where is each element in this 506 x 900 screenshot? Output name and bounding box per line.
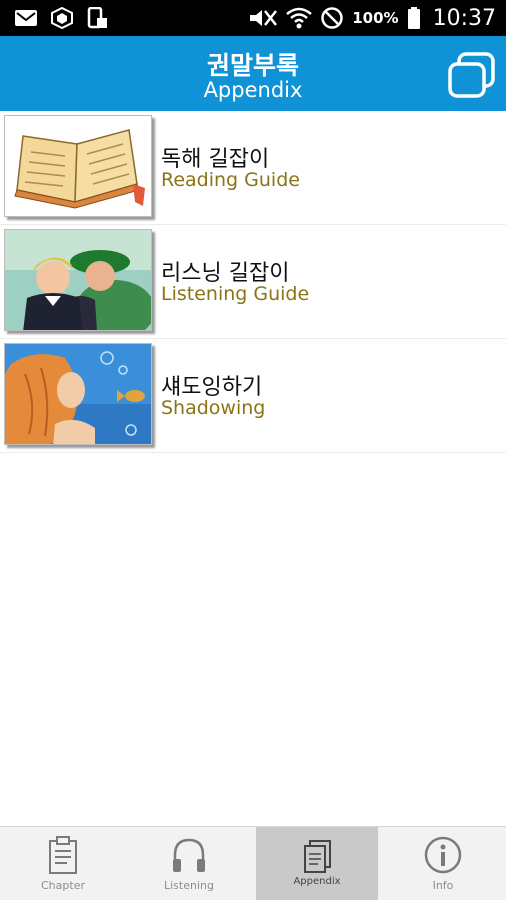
bottom-tab-bar: Chapter Listening Appendix Info: [0, 826, 506, 900]
two-characters-image: [5, 230, 151, 330]
page-title: 권말부록: [206, 51, 299, 80]
copy-icon[interactable]: [446, 50, 498, 100]
list-item-shadowing[interactable]: 섀도잉하기 Shadowing: [0, 339, 506, 453]
list-item-listening-guide[interactable]: 리스닝 길잡이 Listening Guide: [0, 225, 506, 339]
mermaid-image: [5, 344, 151, 444]
tab-chapter[interactable]: Chapter: [0, 827, 126, 900]
device-icon: [87, 7, 107, 29]
wifi-icon: [286, 7, 313, 29]
app-cube-icon: [51, 7, 73, 29]
status-bar: 100% 10:37: [0, 0, 506, 36]
tab-listening[interactable]: Listening: [126, 827, 252, 900]
battery-icon: [407, 7, 420, 29]
open-book-image: [5, 116, 151, 216]
list-item-reading-guide[interactable]: 독해 길잡이 Reading Guide: [0, 111, 506, 225]
item-subtitle: Reading Guide: [161, 169, 300, 191]
appendix-list: 독해 길잡이 Reading Guide 리스닝 길잡이 Listening G…: [0, 111, 506, 453]
do-not-disturb-icon: [321, 7, 343, 29]
item-subtitle: Listening Guide: [161, 283, 310, 305]
page-subtitle: Appendix: [203, 78, 303, 102]
shadowing-thumbnail: [4, 343, 152, 445]
tab-label: Chapter: [41, 879, 85, 892]
tab-appendix[interactable]: Appendix: [256, 827, 378, 900]
battery-percentage: 100%: [352, 9, 399, 27]
headphones-icon: [173, 838, 205, 872]
app-header: 권말부록 Appendix: [0, 36, 506, 111]
tab-label: Info: [432, 879, 454, 892]
listening-guide-thumbnail: [4, 229, 152, 331]
item-subtitle: Shadowing: [161, 397, 266, 419]
tab-label: Listening: [164, 879, 214, 892]
mail-icon: [15, 10, 37, 26]
tab-info[interactable]: Info: [380, 827, 506, 900]
copy-icon: [304, 840, 331, 873]
status-right: 100% 10:37: [248, 0, 496, 36]
reading-guide-thumbnail: [4, 115, 152, 217]
mute-icon: [250, 10, 278, 26]
clock: 10:37: [432, 5, 496, 31]
info-icon: [424, 836, 462, 874]
clipboard-icon: [49, 836, 77, 874]
tab-label: Appendix: [293, 876, 341, 887]
